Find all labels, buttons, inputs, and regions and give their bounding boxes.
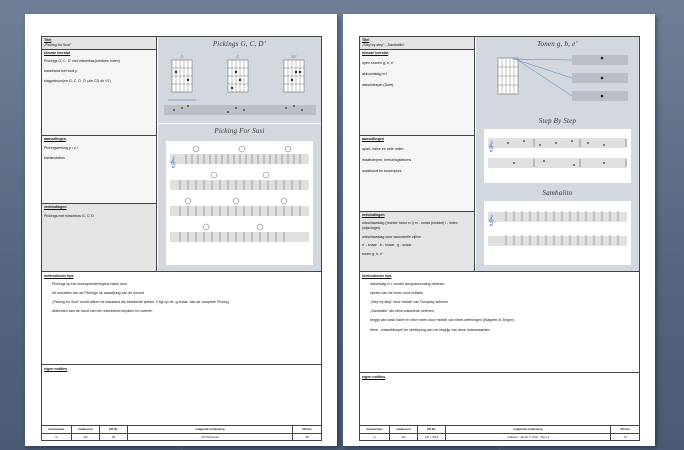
lesson-footer-table: lesnummer maatsoort CD Nr. volgende onde… [360,425,639,441]
supplements-cell: aanvullingen apart, halve en hele noten … [360,135,475,211]
sambalito-staves: 𝄞 [488,211,627,246]
title-cell: Titel „Picking for Susi” [42,37,157,49]
lesson-table: Titel „Picking for Susi” nieuwe leerstof… [41,36,322,450]
chord-label-d7: D7 [291,54,297,59]
document-page-5: Titel „Picking for Susi” nieuwe leerstof… [25,14,337,450]
chord-label-c: C [237,54,240,59]
lesson-table: Titel „Step by step”, „Sambalito” nieuwe… [359,36,640,450]
method-tips-section: methodische tips Pickings op het doorlop… [44,274,229,314]
supplements-cell: aanvullingen Pickingwerking p i p i basi… [42,135,157,203]
new-material-cell: nieuwe leerstof Pickings G, C, D’ met wi… [42,49,157,135]
notes-section: eigen notities [362,375,386,379]
step-by-step-heading: Step By Step [538,117,577,125]
connections-cell: verbindingen Pickings met wisselbas G, C… [42,203,157,271]
sambalito-music: 𝄞 [484,201,631,265]
step-by-step-staves: 𝄞 [488,138,627,168]
tonen-heading: Tonen g, b, e’ [537,40,578,48]
sheet-music: 𝄞 [166,141,313,265]
lesson-footer-table: lesnummer maatsoort CD Nr. volgende onde… [42,425,321,441]
notes-section: eigen notities [44,367,68,371]
illustration-panel: Tonen g, b, e’ Step By Step 𝄞 Sambalito … [476,37,639,271]
svg-text:𝄞: 𝄞 [488,140,494,152]
method-tips-section: methodische tips wisselslag m i zonder a… [362,274,515,332]
string-diagram [497,55,628,101]
svg-text:𝄞: 𝄞 [488,214,494,226]
sheet-music-staves: 𝄞 [170,145,309,242]
chord-label-g: G [180,54,183,59]
new-material-cell: nieuwe leerstof open snaren g, b, e’ akk… [360,49,475,135]
connections-cell: verbindingen wisselaanslag (rechter hand… [360,211,475,271]
pickings-heading: Pickings G, C, D’ [212,40,267,48]
string-legend: e’ - snaar b - snaar g - snaar [362,243,412,248]
picking-for-susi-heading: Picking For Susi [214,127,265,135]
step-by-step-music: 𝄞 [484,129,631,183]
chord-diagrams: G C D7 [164,54,316,115]
svg-text:𝄞: 𝄞 [170,156,176,168]
title-cell: Titel „Step by step”, „Sambalito” [360,37,475,49]
document-page-6: Titel „Step by step”, „Sambalito” nieuwe… [343,14,655,450]
sambalito-heading: Sambalito [542,189,573,197]
illustration-panel: Pickings G, C, D’ G C D7 Picking For Sus… [158,37,321,271]
